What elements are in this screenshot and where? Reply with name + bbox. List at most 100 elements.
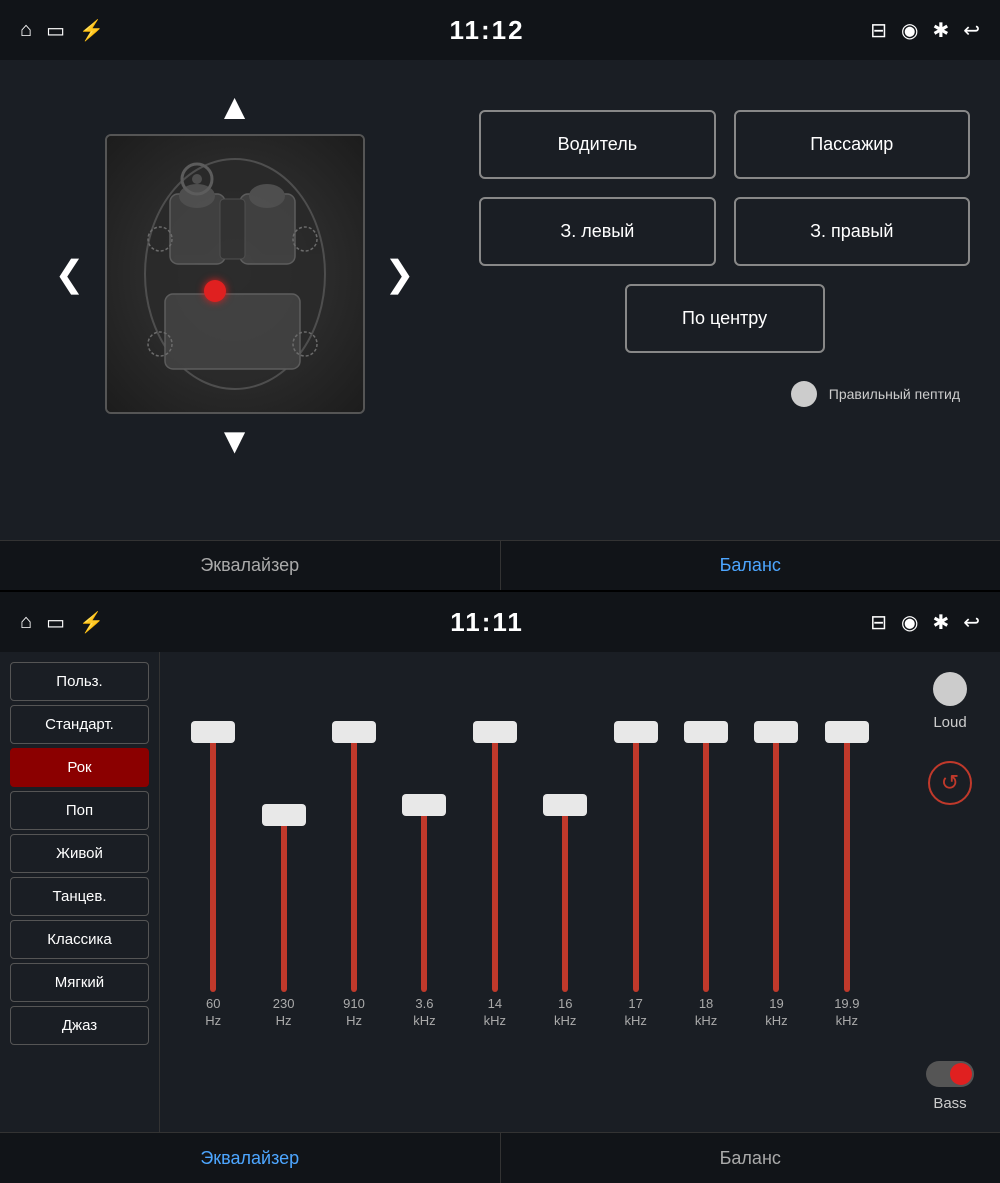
bluetooth-icon[interactable]: ✱ [932,18,949,43]
slider-col-7[interactable] [673,672,739,992]
freq-label-9: 19.9kHz [814,996,880,1030]
bottom-status-right: ⊟ ◉ ✱ ↩ [870,610,980,635]
slider-track-8 [773,732,779,992]
up-arrow[interactable]: ▲ [197,80,273,134]
preset-item-4[interactable]: Живой [10,834,149,873]
tab-balance-top[interactable]: Баланс [501,541,1000,590]
cast-icon[interactable]: ⊟ [870,18,887,43]
slider-handle-5[interactable] [543,794,587,816]
home-icon[interactable]: ⌂ [20,19,32,42]
freq-label-1: 230Hz [250,996,316,1030]
driver-button[interactable]: Водитель [479,110,715,179]
bottom-status-bar: ⌂ ▭ ⚡ 11:11 ⊟ ◉ ✱ ↩ [0,592,1000,652]
tab-balance-bottom[interactable]: Баланс [501,1133,1000,1183]
down-arrow[interactable]: ▼ [197,414,273,468]
peptide-label: Правильный пептид [829,386,960,402]
tab-equalizer-top[interactable]: Эквалайзер [0,541,501,590]
slider-col-4[interactable] [462,672,528,992]
location-icon[interactable]: ◉ [901,18,918,43]
back-icon-2[interactable]: ↩ [963,610,980,635]
slider-track-0 [210,732,216,992]
bass-toggle-row [926,1061,974,1087]
cast-icon-2[interactable]: ⊟ [870,610,887,635]
preset-item-3[interactable]: Поп [10,791,149,830]
slider-track-9 [844,732,850,992]
slider-handle-6[interactable] [614,721,658,743]
top-panel: ⌂ ▭ ⚡ 11:12 ⊟ ◉ ✱ ↩ ▲ ❮ [0,0,1000,590]
freq-label-4: 14kHz [462,996,528,1030]
slider-track-7 [703,732,709,992]
peptide-row: Правильный пептид [479,381,970,407]
slider-handle-0[interactable] [191,721,235,743]
top-status-left: ⌂ ▭ ⚡ [20,18,104,43]
slider-handle-9[interactable] [825,721,869,743]
slider-handle-3[interactable] [402,794,446,816]
back-icon[interactable]: ↩ [963,18,980,43]
slider-handle-1[interactable] [262,804,306,826]
top-status-right: ⊟ ◉ ✱ ↩ [870,18,980,43]
preset-item-0[interactable]: Польз. [10,662,149,701]
screen-icon-2[interactable]: ▭ [46,610,65,635]
bottom-tab-bar: Эквалайзер Баланс [0,1132,1000,1183]
bass-toggle[interactable] [926,1061,974,1087]
bass-label: Bass [933,1095,966,1112]
slider-col-2[interactable] [321,672,387,992]
preset-list: Польз. Стандарт. Рок Поп Живой Танцев. Классик… [0,652,160,1132]
rear-right-button[interactable]: З. правый [734,197,970,266]
preset-item-6[interactable]: Классика [10,920,149,959]
preset-item-2[interactable]: Рок [10,748,149,787]
slider-track-2 [351,732,357,992]
slider-track-5 [562,805,568,992]
slider-col-1[interactable] [250,672,316,992]
freq-label-0: 60Hz [180,996,246,1030]
freq-label-6: 17kHz [602,996,668,1030]
freq-label-3: 3.6kHz [391,996,457,1030]
bluetooth-icon-2[interactable]: ✱ [932,610,949,635]
slider-col-3[interactable] [391,672,457,992]
screen-icon[interactable]: ▭ [46,18,65,43]
seat-svg [125,144,345,404]
sliders-container [170,672,890,992]
usb-icon-2[interactable]: ⚡ [79,610,104,635]
top-tab-bar: Эквалайзер Баланс [0,540,1000,590]
slider-handle-2[interactable] [332,721,376,743]
preset-item-7[interactable]: Мягкий [10,963,149,1002]
preset-item-5[interactable]: Танцев. [10,877,149,916]
preset-item-8[interactable]: Джаз [10,1006,149,1045]
freq-label-2: 910Hz [321,996,387,1030]
bottom-status-left: ⌂ ▭ ⚡ [20,610,104,635]
slider-track-4 [492,732,498,992]
freq-labels: 60Hz230Hz910Hz3.6kHz14kHz16kHz17kHz18kHz… [170,996,890,1030]
left-arrow[interactable]: ❮ [44,243,94,305]
slider-handle-7[interactable] [684,721,728,743]
loud-label: Loud [933,714,966,731]
eq-content: Польз. Стандарт. Рок Поп Живой Танцев. Классик… [0,652,1000,1132]
center-button[interactable]: По центру [625,284,825,353]
slider-col-8[interactable] [743,672,809,992]
loud-toggle[interactable] [933,672,967,706]
center-btn-row: По центру [479,284,970,353]
tab-equalizer-bottom[interactable]: Эквалайзер [0,1133,501,1183]
slider-track-6 [633,732,639,992]
rear-left-button[interactable]: З. левый [479,197,715,266]
slider-handle-4[interactable] [473,721,517,743]
location-icon-2[interactable]: ◉ [901,610,918,635]
slider-col-0[interactable] [180,672,246,992]
home-icon-2[interactable]: ⌂ [20,611,32,634]
reset-button[interactable]: ↺ [928,761,972,805]
seat-area: ▲ ❮ [30,80,439,520]
bass-thumb [950,1063,972,1085]
sound-position-dot[interactable] [204,280,226,302]
right-arrow[interactable]: ❯ [375,243,425,305]
preset-item-1[interactable]: Стандарт. [10,705,149,744]
freq-label-5: 16kHz [532,996,598,1030]
slider-col-5[interactable] [532,672,598,992]
slider-col-9[interactable] [814,672,880,992]
slider-col-6[interactable] [602,672,668,992]
slider-handle-8[interactable] [754,721,798,743]
top-main-content: ▲ ❮ [0,60,1000,540]
seat-image-inner [107,136,363,412]
loud-section: Loud [933,672,967,731]
usb-icon[interactable]: ⚡ [79,18,104,43]
passenger-button[interactable]: Пассажир [734,110,970,179]
